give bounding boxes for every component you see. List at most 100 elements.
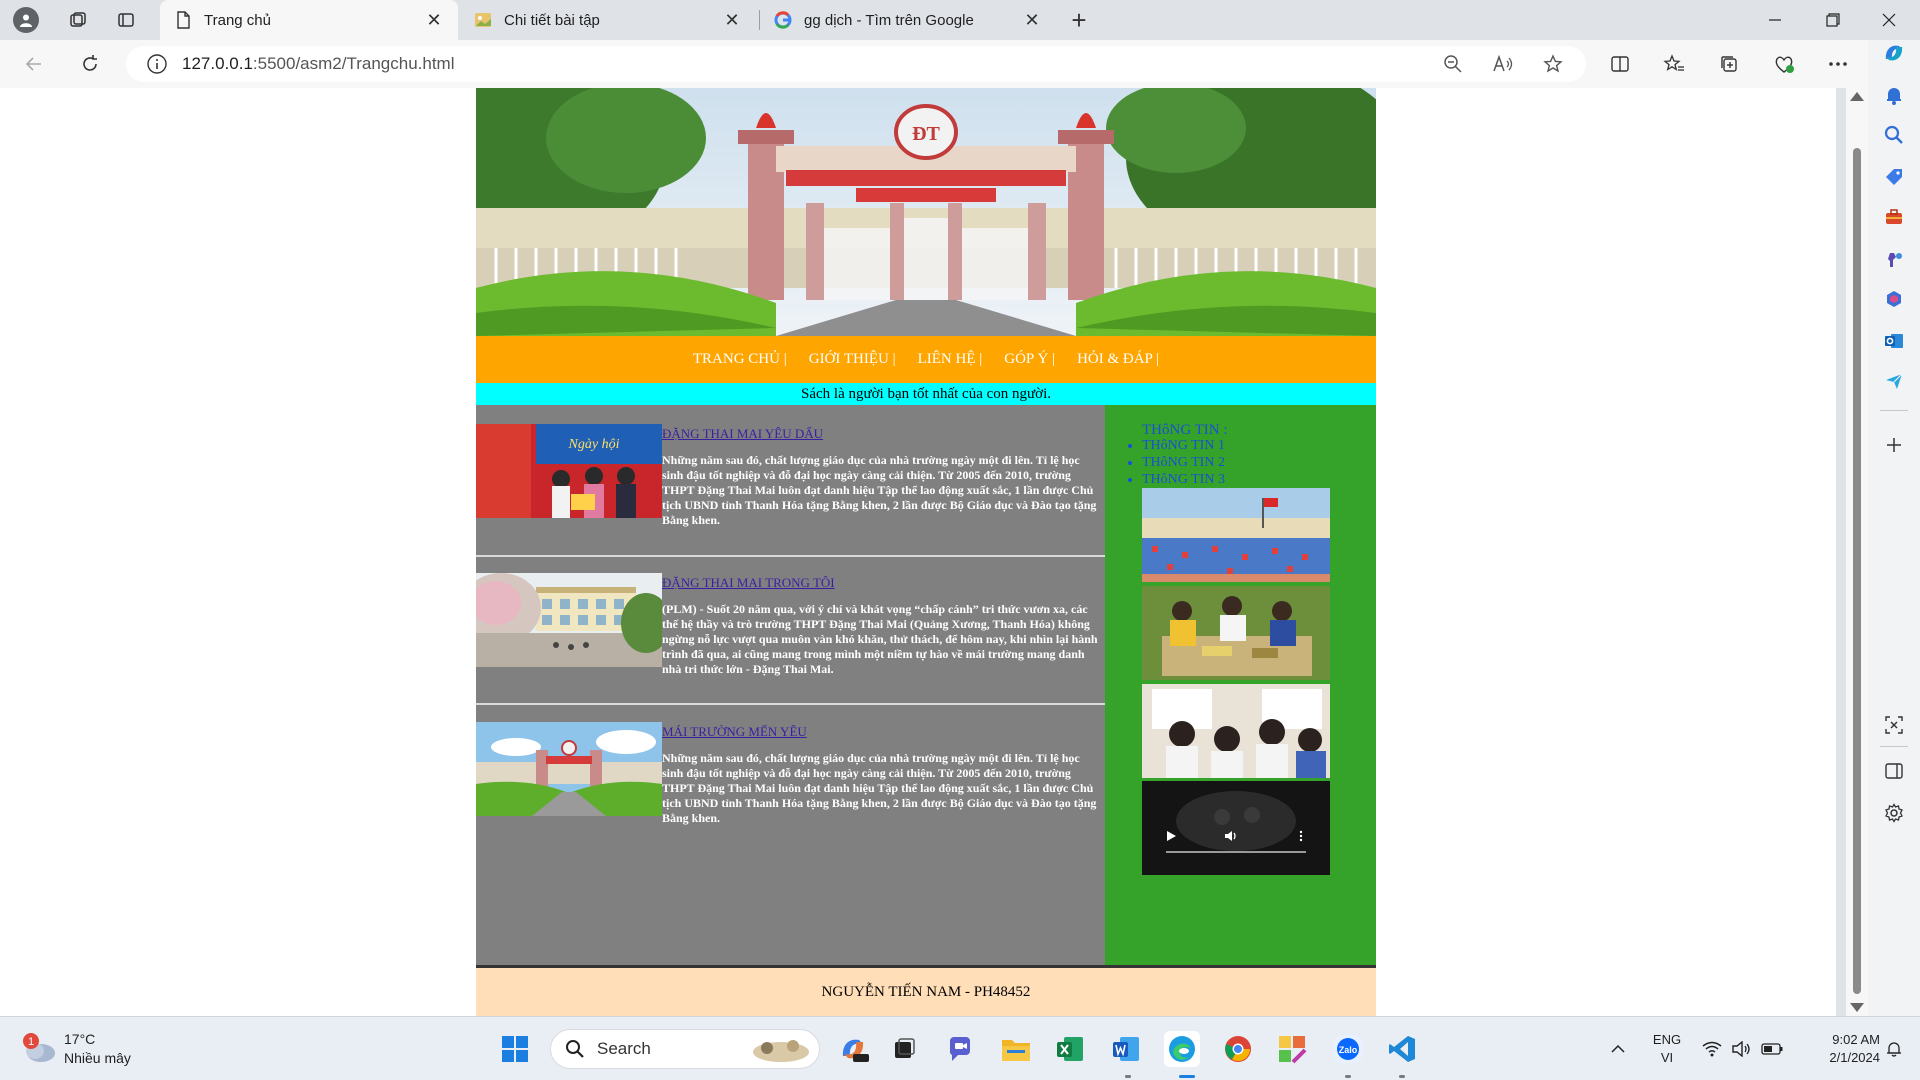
search-icon[interactable] <box>1881 122 1907 148</box>
article-card: Ngày hội ĐẶNG THAI MAI YÊU DẤU Những năm… <box>476 424 1105 574</box>
task-view-icon[interactable] <box>886 1031 922 1067</box>
article-thumbnail[interactable]: Ngày hội <box>476 424 662 518</box>
back-button[interactable] <box>18 49 50 79</box>
input-language[interactable]: ENG VI <box>1650 1031 1684 1067</box>
windows-taskbar: 1 17°C Nhiều mây Search Zalo ENG VI 9:02… <box>0 1016 1920 1080</box>
nav-trang-chu[interactable]: TRANG CHỦ | <box>693 351 787 368</box>
games-icon[interactable] <box>1881 246 1907 272</box>
add-sidebar-app-icon[interactable] <box>1881 432 1907 458</box>
screenshot-icon[interactable] <box>1881 712 1907 738</box>
nav-hoi-dap[interactable]: HỎI & ĐÁP | <box>1077 351 1159 368</box>
address-bar[interactable]: 127.0.0.1:5500/asm2/Trangchu.html <box>126 46 1586 82</box>
restore-button[interactable] <box>1806 0 1860 40</box>
close-tab-icon[interactable]: ✕ <box>722 10 742 30</box>
info-link-2[interactable]: THôNG TIN 2 <box>1142 455 1225 470</box>
keyboard-code: VI <box>1660 1050 1674 1065</box>
nav-lien-he[interactable]: LIÊN HỆ | <box>918 351 983 368</box>
split-screen-icon[interactable] <box>1604 49 1636 79</box>
vscode-icon[interactable] <box>1384 1031 1420 1067</box>
video-player[interactable] <box>1142 781 1330 875</box>
copilot-preview-icon[interactable] <box>836 1031 872 1067</box>
close-tab-icon[interactable]: ✕ <box>424 10 444 30</box>
volume-icon[interactable] <box>1224 829 1238 843</box>
article-title-link[interactable]: ĐẶNG THAI MAI YÊU DẤU <box>662 426 823 442</box>
zalo-icon[interactable]: Zalo <box>1330 1031 1366 1067</box>
weather-badge: 1 <box>28 1036 34 1048</box>
sidebar-layout-icon[interactable] <box>1881 758 1907 784</box>
more-options-icon[interactable] <box>1822 49 1854 79</box>
favorites-icon[interactable] <box>1658 49 1690 79</box>
favorite-star-icon[interactable] <box>1538 49 1568 79</box>
settings-gear-icon[interactable] <box>1881 800 1907 826</box>
color-picker-app-icon[interactable] <box>1274 1031 1310 1067</box>
info-icon[interactable] <box>146 53 168 75</box>
play-icon[interactable] <box>1164 829 1178 843</box>
notifications-bell-icon[interactable] <box>1881 82 1907 108</box>
excel-icon[interactable] <box>1052 1031 1088 1067</box>
info-list-item: THôNG TIN 1 <box>1142 437 1225 454</box>
article-thumbnail[interactable] <box>476 573 662 667</box>
tab-google-search[interactable]: gg dịch - Tìm trên Google ✕ <box>760 0 1056 40</box>
tools-briefcase-icon[interactable] <box>1881 204 1907 230</box>
copilot-icon[interactable] <box>1881 40 1907 66</box>
volume-icon[interactable] <box>1730 1031 1754 1067</box>
tab-chi-tiet-bai-tap[interactable]: Chi tiết bài tập ✕ <box>460 0 756 40</box>
article-title-link[interactable]: MÁI TRƯỜNG MẾN YÊU <box>662 724 807 740</box>
new-tab-button[interactable]: + <box>1064 5 1094 35</box>
google-icon <box>774 11 792 29</box>
scroll-thumb[interactable] <box>1853 148 1861 994</box>
taskbar-clock[interactable]: 9:02 AM 2/1/2024 <box>1792 1031 1880 1067</box>
refresh-icon <box>83 55 97 71</box>
read-aloud-icon[interactable] <box>1488 49 1518 79</box>
gallery-image-students <box>1142 684 1330 778</box>
battery-icon[interactable] <box>1760 1031 1784 1067</box>
info-link-3[interactable]: THôNG TIN 3 <box>1142 472 1225 487</box>
microsoft-365-icon[interactable] <box>1881 286 1907 312</box>
chrome-icon[interactable] <box>1220 1031 1256 1067</box>
info-link-1[interactable]: THôNG TIN 1 <box>1142 438 1225 453</box>
collections-icon[interactable] <box>1713 49 1745 79</box>
minimize-button[interactable] <box>1748 0 1802 40</box>
shopping-tag-icon[interactable] <box>1881 164 1907 190</box>
tab-actions-icon[interactable] <box>110 5 142 35</box>
video-progress-bar[interactable] <box>1166 851 1306 853</box>
close-icon <box>1882 13 1896 27</box>
info-list-item: THôNG TIN 2 <box>1142 454 1225 471</box>
svg-text:ĐT: ĐT <box>912 123 940 145</box>
edge-browser-icon[interactable] <box>1164 1031 1200 1067</box>
article-card: ĐẶNG THAI MAI TRONG TÔI (PLM) - Suốt 20 … <box>476 573 1105 723</box>
send-plane-icon[interactable] <box>1881 368 1907 394</box>
article-thumbnail[interactable] <box>476 722 662 816</box>
gallery-image-schoolyard <box>1142 488 1330 582</box>
word-icon[interactable] <box>1108 1031 1144 1067</box>
browser-essentials-icon[interactable] <box>1768 49 1800 79</box>
profile-button[interactable] <box>10 5 42 35</box>
close-tab-icon[interactable]: ✕ <box>1022 10 1042 30</box>
scroll-up-arrow-icon[interactable] <box>1850 92 1864 101</box>
article-title-link[interactable]: ĐẶNG THAI MAI TRONG TÔI <box>662 575 835 591</box>
refresh-button[interactable] <box>74 49 106 79</box>
file-explorer-icon[interactable] <box>998 1031 1034 1067</box>
taskbar-search-box[interactable]: Search <box>550 1029 820 1069</box>
zoom-icon[interactable] <box>1438 49 1468 79</box>
page-icon <box>177 11 190 29</box>
tab-title: Chi tiết bài tập <box>504 11 600 29</box>
outlook-icon[interactable] <box>1881 328 1907 354</box>
minimize-icon <box>1769 19 1781 21</box>
browser-toolbar: 127.0.0.1:5500/asm2/Trangchu.html <box>0 40 1920 88</box>
tab-trang-chu[interactable]: Trang chủ ✕ <box>160 0 458 40</box>
show-hidden-icons-chevron-icon[interactable] <box>1604 1031 1632 1067</box>
start-windows-icon[interactable] <box>497 1031 533 1067</box>
teams-chat-icon[interactable] <box>942 1031 978 1067</box>
nav-gioi-thieu[interactable]: GIỚI THIỆU | <box>809 351 896 368</box>
notification-center-bell-icon[interactable] <box>1882 1031 1906 1067</box>
video-more-icon[interactable] <box>1294 829 1308 843</box>
nav-gop-y[interactable]: GÓP Ý | <box>1004 351 1055 368</box>
wifi-icon[interactable] <box>1700 1031 1724 1067</box>
scroll-down-arrow-icon[interactable] <box>1850 1003 1864 1012</box>
workspaces-icon[interactable] <box>62 5 94 35</box>
weather-widget[interactable]: 1 17°C Nhiều mây <box>20 1027 160 1071</box>
page-scrollbar[interactable] <box>1846 88 1868 1016</box>
tab-title: gg dịch - Tìm trên Google <box>804 11 974 29</box>
close-window-button[interactable] <box>1862 0 1916 40</box>
